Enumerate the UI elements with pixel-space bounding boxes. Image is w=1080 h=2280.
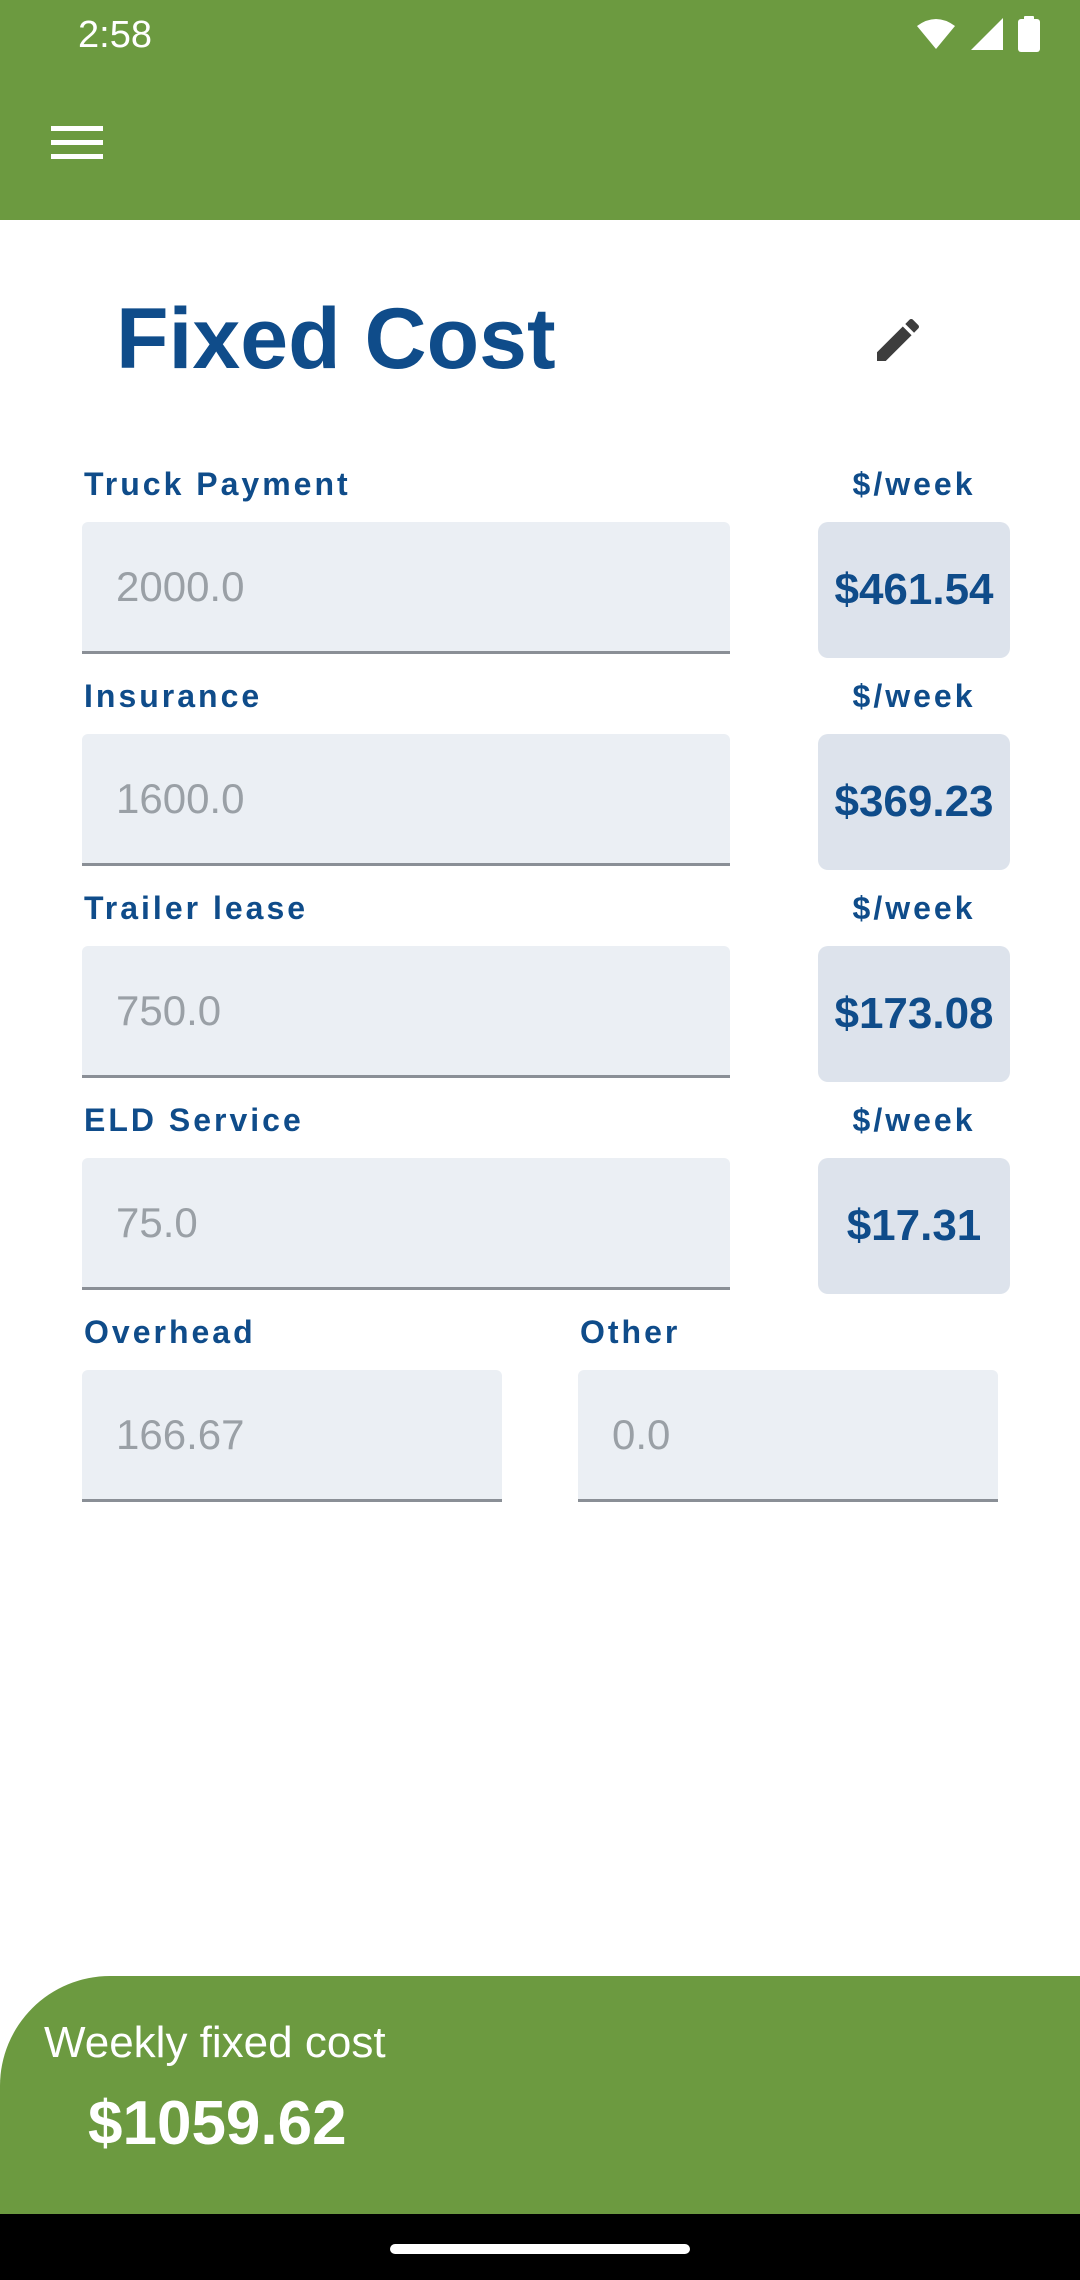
- trailer-lease-label: Trailer lease: [84, 890, 309, 926]
- home-gesture-handle[interactable]: [390, 2244, 690, 2254]
- insurance-weekly-value: $369.23: [818, 734, 1010, 870]
- truck-payment-unit-label: $/week: [852, 466, 976, 502]
- eld-service-input[interactable]: [82, 1158, 730, 1290]
- overhead-label: Overhead: [84, 1314, 256, 1350]
- edit-button[interactable]: [866, 308, 930, 372]
- menu-button[interactable]: [44, 116, 110, 170]
- eld-service-weekly-value: $17.31: [818, 1158, 1010, 1294]
- trailer-lease-weekly-value: $173.08: [818, 946, 1010, 1082]
- eld-service-label: ELD Service: [84, 1102, 304, 1138]
- battery-icon: [1018, 16, 1040, 52]
- eld-service-unit-label: $/week: [852, 1102, 976, 1138]
- page-title: Fixed Cost: [116, 291, 556, 387]
- other-label: Other: [580, 1314, 681, 1350]
- status-icons: [916, 14, 1040, 54]
- truck-payment-weekly-value: $461.54: [818, 522, 1010, 658]
- insurance-unit-label: $/week: [852, 678, 976, 714]
- menu-icon: [51, 126, 103, 159]
- other-input[interactable]: [578, 1370, 998, 1502]
- weekly-total-label: Weekly fixed cost: [44, 2018, 386, 2067]
- signal-icon: [971, 18, 1003, 50]
- weekly-total-value: $1059.62: [88, 2089, 347, 2158]
- overhead-input[interactable]: [82, 1370, 502, 1502]
- truck-payment-input[interactable]: [82, 522, 730, 654]
- pencil-icon: [877, 318, 920, 361]
- weekly-total-card: Weekly fixed cost $1059.62: [0, 1976, 1080, 2214]
- system-navigation-bar: [0, 2214, 1080, 2280]
- insurance-label: Insurance: [84, 678, 263, 714]
- wifi-icon: [917, 19, 955, 49]
- app-header: 2:58: [0, 0, 1080, 220]
- trailer-lease-unit-label: $/week: [852, 890, 976, 926]
- insurance-input[interactable]: [82, 734, 730, 866]
- truck-payment-label: Truck Payment: [84, 466, 351, 502]
- trailer-lease-input[interactable]: [82, 946, 730, 1078]
- status-time: 2:58: [78, 14, 152, 56]
